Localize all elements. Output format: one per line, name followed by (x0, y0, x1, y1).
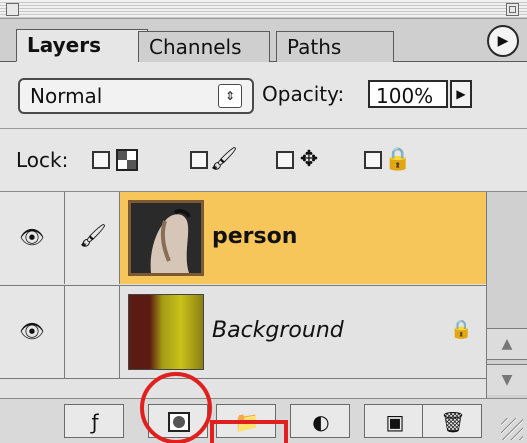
blend-row: Normal ⇕ Opacity: 100% ▶ (0, 62, 527, 129)
new-layer-icon: ▣ (385, 410, 405, 434)
layers-list: 👁 🖌 person 👁 Background 🔒 ▲ ▼ (0, 192, 527, 398)
transparency-checker-icon (116, 149, 138, 171)
new-layer-button[interactable]: ▣ (364, 404, 424, 438)
updown-arrows-icon: ⇕ (218, 84, 242, 108)
layers-palette: Layers Channels Paths ▶ Normal ⇕ Opacity… (0, 0, 527, 443)
move-cross-icon: ✥ (299, 147, 319, 172)
tab-paths[interactable]: Paths (276, 31, 394, 62)
layer-row-person[interactable]: 👁 🖌 person (0, 192, 486, 284)
red-annotation-circle (140, 372, 212, 443)
padlock-icon: 🔒 (450, 319, 473, 340)
visibility-cell[interactable]: 👁 (0, 192, 65, 284)
layer-name[interactable]: person (212, 222, 297, 252)
lock-all-checkbox[interactable] (364, 151, 382, 169)
vertical-scrollbar[interactable]: ▲ ▼ (486, 192, 527, 398)
brush-icon: 🖌 (210, 147, 238, 172)
layer-style-icon: ƒ (91, 410, 99, 434)
scroll-up-arrow-icon[interactable]: ▲ (487, 328, 527, 360)
triangle-right-icon: ▶ (497, 33, 509, 49)
eye-icon[interactable]: 👁 (19, 226, 45, 248)
red-annotation-bracket (210, 420, 288, 443)
blend-mode-select[interactable]: Normal ⇕ (18, 78, 254, 114)
layer-thumbnail[interactable] (128, 294, 204, 370)
link-cell[interactable] (65, 286, 120, 378)
blend-mode-value: Normal (30, 84, 103, 108)
tab-bar: Layers Channels Paths ▶ (0, 19, 527, 62)
lock-label: Lock: (16, 148, 69, 172)
close-box-icon[interactable] (6, 3, 19, 16)
opacity-label: Opacity: (262, 82, 345, 106)
layer-thumbnail[interactable] (128, 200, 204, 276)
resize-grip-icon[interactable] (501, 418, 523, 440)
zoom-box-icon[interactable] (506, 3, 519, 16)
palette-title-bar[interactable] (0, 0, 527, 19)
layer-row-background[interactable]: 👁 Background 🔒 (0, 285, 486, 379)
tab-channels[interactable]: Channels (138, 31, 270, 62)
trash-icon: 🗑 (440, 410, 466, 434)
lock-position-checkbox[interactable] (276, 151, 294, 169)
tab-layers[interactable]: Layers (16, 29, 148, 62)
palette-menu-button[interactable]: ▶ (487, 25, 519, 57)
brush-icon: 🖌 (79, 224, 107, 249)
delete-layer-button[interactable]: 🗑 (422, 404, 482, 438)
layer-style-button[interactable]: ƒ (64, 404, 124, 438)
link-cell[interactable]: 🖌 (65, 192, 120, 284)
lock-row: Lock: 🖌 ✥ 🔒 (0, 129, 527, 192)
lock-transparency-checkbox[interactable] (92, 151, 110, 169)
layer-name[interactable]: Background (212, 316, 344, 346)
scroll-down-arrow-icon[interactable]: ▼ (487, 364, 527, 395)
opacity-slider-button[interactable]: ▶ (450, 80, 472, 108)
lock-image-checkbox[interactable] (190, 151, 208, 169)
visibility-cell[interactable]: 👁 (0, 286, 65, 378)
eye-icon[interactable]: 👁 (19, 320, 45, 342)
adjustment-layer-icon: ◐ (312, 410, 330, 434)
opacity-field[interactable]: 100% (368, 80, 448, 108)
adjustment-layer-button[interactable]: ◐ (290, 404, 350, 438)
padlock-icon: 🔒 (384, 147, 412, 172)
triangle-right-icon: ▶ (456, 87, 466, 101)
